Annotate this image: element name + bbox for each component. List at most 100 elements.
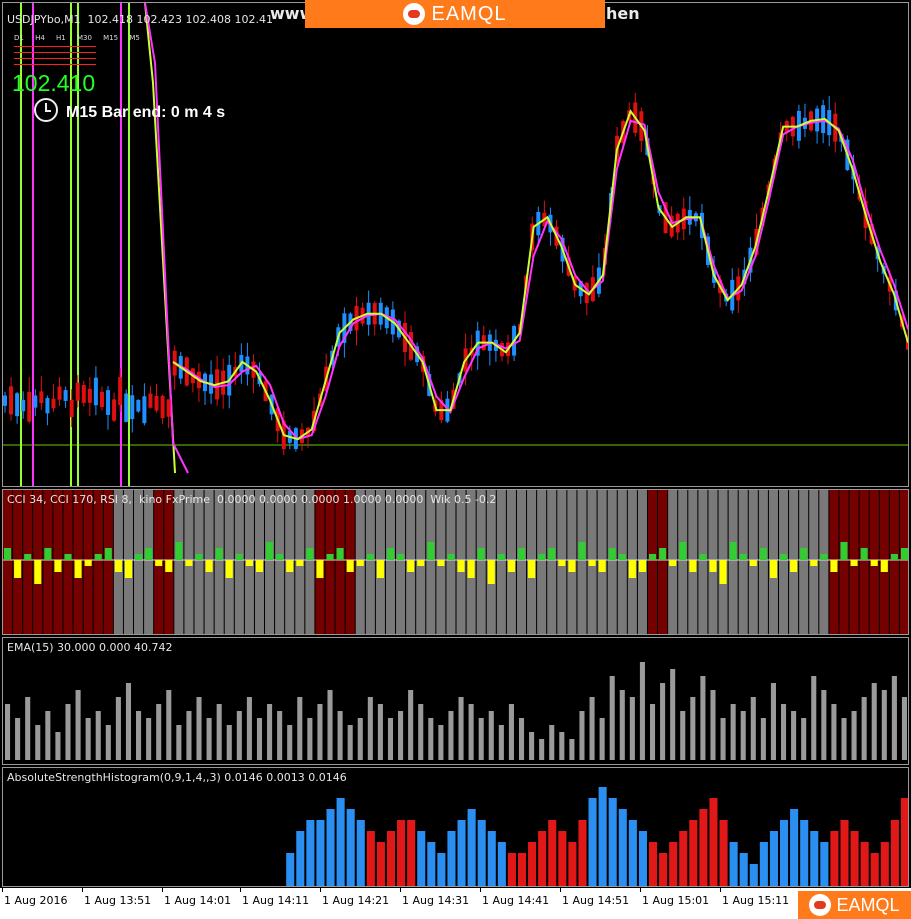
cci-zone-bar [647,490,658,634]
cci-zone-bar [819,490,829,634]
cci-histogram-bar [165,560,173,572]
ema-histogram-bar [811,676,817,760]
ema-histogram-bar [287,725,293,760]
cci-histogram-bar [830,560,838,572]
cci-zone-bar [577,490,587,634]
ema-histogram-bar [891,676,897,760]
ash-histogram-bar [366,831,375,886]
candle-body [130,395,135,420]
time-axis-label: 1 Aug 15:01 [642,894,710,907]
time-axis-label: 1 Aug 15:11 [722,894,790,907]
ema-histogram-bar [125,683,132,760]
cci-histogram-bar [769,560,777,578]
cci-histogram-bar [638,560,646,572]
ema-histogram-bar [589,697,595,760]
tf-label: H4 [35,34,45,42]
cci-histogram-bar [417,560,425,566]
cci-histogram-bar [548,548,556,560]
candle-body [154,396,159,411]
cci-zone-bar [799,490,809,634]
cci-histogram-bar [699,554,707,560]
ash-histogram-bar [638,831,647,886]
time-axis-tick [240,888,241,892]
cci-histogram-bar [64,554,72,560]
cci-histogram-bar [890,554,898,560]
ema-indicator-pane[interactable]: EMA(15) 30.000 0.000 40.742 [2,637,909,765]
candle-body [93,377,98,406]
cci-histogram-bar [578,542,586,560]
ash-histogram-bar [286,853,295,886]
cci-histogram-bar [195,554,203,560]
legend-line-red [14,46,96,47]
time-axis-label: 1 Aug 14:11 [242,894,310,907]
cci-zone-bar [446,490,456,634]
ema-histogram-bar [700,676,706,760]
ema-histogram-bar [690,697,696,760]
ash-histogram-bar [487,831,496,886]
ash-histogram-bar [407,820,416,886]
ash-histogram-bar [517,853,527,886]
ema-histogram-bar [246,697,252,760]
cci-zone-bar [335,490,345,634]
ema-histogram-bar [95,711,101,760]
ash-histogram-bar [336,798,345,886]
cci-histogram-bar [205,560,213,572]
cci-panel-title: CCI 34, CCI 170, RSI 8, kino FxPrime 0.0… [7,493,497,506]
candle-body [81,385,86,403]
ma-fast-line [172,109,908,441]
ema-histogram-bar [488,711,494,760]
cci-histogram-bar [4,548,12,560]
ema-histogram-bar [649,704,656,760]
ema-histogram-bar [307,718,313,760]
ash-histogram-bar [860,842,869,886]
ema-histogram-bar [629,697,635,760]
cci-histogram-bar [296,560,304,566]
ash-histogram-bar [820,842,829,886]
cci-histogram-bar [356,560,364,566]
ema-histogram-bar [861,697,867,760]
cci-zone-bar [275,490,285,634]
ash-histogram-bar [689,820,698,886]
cci-zone-bar [859,490,869,634]
ash-indicator-pane[interactable]: AbsoluteStrengthHistogram(0,9,1,4,,3) 0.… [2,767,909,887]
legend-line-red [14,58,96,59]
cci-zone-bar [738,490,748,634]
cci-histogram-bar [850,560,858,566]
cci-histogram-bar [215,548,223,560]
time-axis-label: 1 Aug 13:51 [84,894,152,907]
cci-histogram-bar [427,542,435,560]
time-axis-label: 1 Aug 14:41 [482,894,550,907]
time-axis-tick [400,888,401,892]
ema-histogram-bar [347,725,353,760]
time-axis-tick [2,888,3,892]
ema-histogram-bar [196,697,202,760]
ema-histogram-bar [619,690,625,760]
ema-histogram-bar [841,718,847,760]
candle-body [69,399,74,418]
ema-histogram-bar [408,690,414,760]
ema-histogram-bar [770,683,776,760]
ash-histogram-bar [568,842,577,886]
cci-zone-bar [426,490,436,634]
candle-body [39,391,44,404]
ash-histogram-bar [447,831,456,886]
cci-zone-bar [678,490,688,634]
cci-indicator-pane[interactable]: CCI 34, CCI 170, RSI 8, kino FxPrime 0.0… [2,489,909,635]
ema-histogram-bar [670,669,676,760]
cci-zone-bar [3,490,13,634]
candle-body [112,399,117,421]
price-chart-pane[interactable]: USDJPYbo,M1 102.418 102.423 102.408 102.… [2,2,909,487]
cci-histogram-bar [759,548,767,560]
ema-histogram-bar [85,718,91,760]
ema-histogram-bar [156,704,162,760]
price-chart-canvas [3,3,908,486]
cci-histogram-bar [679,542,687,560]
cci-histogram-bar [880,560,888,572]
cci-histogram-bar [568,560,576,572]
candle-body [124,393,129,422]
ema-histogram-bar [579,711,585,760]
cci-histogram-bar [528,560,536,578]
cci-zone-bar [396,490,406,634]
cci-histogram-bar [114,560,122,572]
cci-zone-bar [103,490,113,634]
